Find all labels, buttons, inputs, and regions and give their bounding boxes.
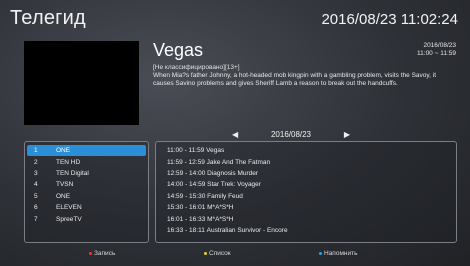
- schedule-time: 16:33 - 18:11: [167, 226, 205, 234]
- channel-name: TVSN: [56, 181, 74, 189]
- record-hint[interactable]: Запись: [89, 250, 115, 257]
- schedule-title: M*A*S*H: [207, 204, 234, 212]
- program-time: 11:00 ~ 11:59: [417, 50, 456, 57]
- program-rating: [Не классифицировано][13+]: [153, 64, 240, 71]
- program-date-time: 2016/08/23 11:00 ~ 11:59: [417, 42, 456, 58]
- remind-label: Напомнить: [324, 250, 358, 257]
- schedule-title: Diagnosis Murder: [207, 169, 259, 177]
- program-title: Vegas: [153, 40, 204, 60]
- date-navigator: ◀ 2016/08/23 ▶: [232, 128, 350, 140]
- next-day-icon[interactable]: ▶: [344, 130, 350, 139]
- schedule-time: 15:30 - 16:01: [167, 204, 206, 212]
- record-label: Запись: [94, 250, 116, 257]
- schedule-title: M*A*S*H: [207, 215, 234, 223]
- schedule-item[interactable]: 16:33 - 18:11 Australian Survivor - Enco…: [162, 225, 450, 236]
- channel-number: 2: [34, 158, 38, 166]
- app-title: Телегид: [10, 7, 86, 29]
- schedule-time: 16:01 - 16:33: [167, 215, 206, 223]
- schedule-time: 12:59 - 14:00: [167, 169, 206, 177]
- schedule-time: 14:59 - 15:30: [167, 192, 206, 200]
- schedule-time: 11:00 - 11:59: [167, 147, 205, 155]
- schedule-list: 11:00 - 11:59 Vegas 11:59 - 12:59 Jake An…: [155, 141, 457, 243]
- schedule-title: Australian Survivor - Encore: [206, 226, 288, 234]
- channel-item[interactable]: 3 TEN Digital: [27, 168, 146, 179]
- program-date: 2016/08/23: [423, 42, 456, 49]
- channel-item[interactable]: 6 ELEVEN: [27, 202, 146, 213]
- schedule-title: Jake And The Fatman: [206, 158, 271, 166]
- schedule-time: 11:59 - 12:59: [167, 158, 205, 166]
- schedule-title: Star Trek: Voyager: [207, 181, 261, 189]
- prev-day-icon[interactable]: ◀: [232, 130, 238, 139]
- channel-name: ONE: [56, 147, 71, 155]
- channel-item[interactable]: 5 ONE: [27, 191, 146, 202]
- video-preview: [24, 41, 139, 125]
- list-hint[interactable]: Список: [204, 250, 231, 257]
- channel-number: 4: [34, 181, 38, 189]
- program-description: When Mia?s father Johnny, a hot-headed m…: [153, 72, 437, 88]
- schedule-item[interactable]: 16:01 - 16:33 M*A*S*H: [162, 213, 450, 224]
- current-date: 2016/08/23: [270, 129, 312, 139]
- channel-name: ONE: [56, 192, 71, 200]
- schedule-time: 14:00 - 14:59: [167, 181, 206, 189]
- channel-number: 1: [34, 147, 38, 155]
- schedule-title: Family Feud: [207, 192, 243, 200]
- schedule-item[interactable]: 11:00 - 11:59 Vegas: [162, 145, 450, 156]
- schedule-item[interactable]: 15:30 - 16:01 M*A*S*H: [162, 202, 450, 213]
- channel-number: 7: [34, 215, 38, 223]
- channel-name: TEN HD: [56, 158, 81, 166]
- channel-item[interactable]: 7 SpreeTV: [27, 213, 146, 224]
- schedule-item[interactable]: 11:59 - 12:59 Jake And The Fatman: [162, 156, 450, 167]
- footer-hints: Запись Список Напомнить: [0, 250, 470, 262]
- schedule-item[interactable]: 12:59 - 14:00 Diagnosis Murder: [162, 168, 450, 179]
- red-key-icon: [89, 252, 92, 255]
- channel-item[interactable]: 2 TEN HD: [27, 156, 146, 167]
- schedule-title: Vegas: [206, 147, 225, 155]
- blue-key-icon: [319, 252, 322, 255]
- channel-item[interactable]: 1 ONE: [27, 145, 146, 157]
- channel-number: 3: [34, 169, 38, 177]
- schedule-item[interactable]: 14:00 - 14:59 Star Trek: Voyager: [162, 179, 450, 190]
- channel-name: TEN Digital: [56, 169, 89, 177]
- channel-list: 1 ONE 2 TEN HD 3 TEN Digital 4 TVSN 5 ONE 6 ELEVEN 7…: [24, 141, 149, 243]
- clock: 2016/08/23 11:02:24: [321, 11, 458, 28]
- channel-name: SpreeTV: [56, 215, 82, 223]
- schedule-item[interactable]: 14:59 - 15:30 Family Feud: [162, 191, 450, 202]
- channel-number: 6: [34, 204, 38, 212]
- list-label: Список: [209, 250, 231, 257]
- remind-hint[interactable]: Напомнить: [319, 250, 358, 257]
- channel-number: 5: [34, 192, 38, 200]
- yellow-key-icon: [204, 252, 207, 255]
- channel-item[interactable]: 4 TVSN: [27, 179, 146, 190]
- channel-name: ELEVEN: [56, 204, 82, 212]
